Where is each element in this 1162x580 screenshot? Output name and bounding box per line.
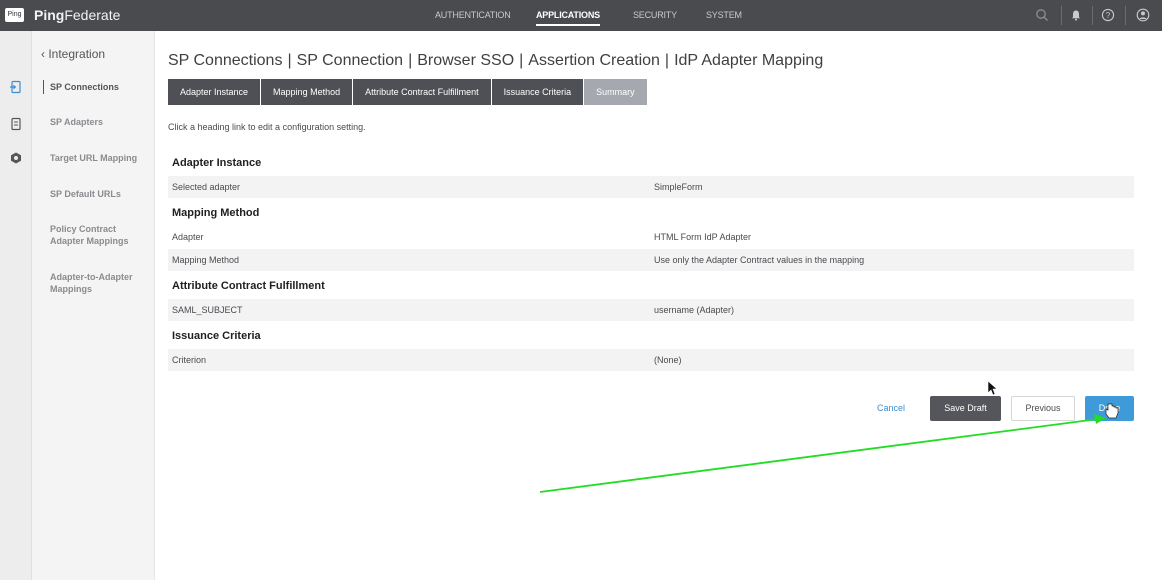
sp-connections-icon[interactable] (9, 80, 23, 94)
tab-adapter-instance[interactable]: Adapter Instance (168, 79, 261, 105)
section-adapter-instance-link[interactable]: Adapter Instance (172, 157, 261, 169)
sidebar-item-adapter-to-adapter-mappings[interactable]: Adapter-to-Adapter Mappings (50, 271, 150, 295)
row-label: Adapter (172, 232, 204, 242)
sidebar-item-sp-connections[interactable]: SP Connections (50, 81, 150, 93)
breadcrumb-separator: | (287, 52, 292, 69)
help-icon[interactable]: ? (1100, 7, 1116, 23)
sidebar-item-target-url-mapping[interactable]: Target URL Mapping (50, 152, 150, 164)
row-label: Mapping Method (172, 255, 240, 265)
nav-active-indicator (536, 24, 600, 26)
divider (1092, 6, 1093, 25)
back-to-integration-link[interactable]: ‹ Integration (41, 47, 105, 61)
done-button[interactable]: Done (1085, 396, 1134, 421)
previous-button[interactable]: Previous (1011, 396, 1075, 421)
sidebar-item-sp-adapters[interactable]: SP Adapters (50, 116, 150, 128)
tab-issuance-criteria[interactable]: Issuance Criteria (491, 79, 584, 105)
row-value: SimpleForm (654, 182, 703, 192)
user-icon[interactable] (1135, 7, 1151, 23)
breadcrumb-idp-adapter-mapping: IdP Adapter Mapping (674, 52, 824, 69)
ping-logo: Ping (5, 8, 24, 22)
breadcrumb-separator: | (519, 52, 524, 69)
breadcrumb: SP Connections | SP Connection | Browser SSO… (168, 52, 823, 70)
row-label: Selected adapter (172, 182, 241, 192)
breadcrumb-sp-connection[interactable]: SP Connection (297, 52, 403, 69)
active-indicator (43, 80, 44, 94)
icon-rail (0, 31, 32, 580)
breadcrumb-separator: | (408, 52, 413, 69)
breadcrumb-browser-sso[interactable]: Browser SSO (417, 52, 514, 69)
nav-applications[interactable]: APPLICATIONS (536, 10, 600, 20)
breadcrumb-separator: | (664, 52, 670, 69)
divider (1125, 6, 1126, 25)
top-bar: Ping PingFederate AUTHENTICATION APPLICA… (0, 0, 1162, 31)
app-window: Ping PingFederate AUTHENTICATION APPLICA… (0, 0, 1162, 580)
section-issuance-criteria-link[interactable]: Issuance Criteria (172, 330, 261, 342)
sidebar-item-policy-contract-adapter-mappings[interactable]: Policy Contract Adapter Mappings (50, 223, 150, 247)
nav-system[interactable]: SYSTEM (706, 10, 742, 20)
nav-authentication[interactable]: AUTHENTICATION (435, 10, 511, 20)
target-url-icon[interactable] (9, 151, 23, 165)
nav-security[interactable]: SECURITY (633, 10, 677, 20)
sidebar-item-sp-default-urls[interactable]: SP Default URLs (50, 188, 150, 200)
instruction-text: Click a heading link to edit a configura… (168, 122, 366, 132)
annotation-arrow-icon (539, 414, 1106, 493)
summary-row: SAML_SUBJECT username (Adapter) (168, 299, 1134, 321)
tab-summary[interactable]: Summary (584, 79, 647, 105)
brand-name: PingFederate (34, 7, 121, 23)
summary-row: Adapter HTML Form IdP Adapter (168, 226, 1134, 248)
search-icon[interactable] (1034, 7, 1050, 23)
row-value: HTML Form IdP Adapter (654, 232, 752, 242)
breadcrumb-assertion-creation[interactable]: Assertion Creation (528, 52, 660, 69)
cancel-link[interactable]: Cancel (877, 403, 905, 413)
row-label: SAML_SUBJECT (172, 305, 243, 315)
breadcrumb-sp-connections[interactable]: SP Connections (168, 52, 282, 69)
divider (1061, 6, 1062, 25)
wizard-tabs: Adapter Instance Mapping Method Attribut… (168, 79, 648, 105)
sidebar: ‹ Integration SP Connections SP Adapters… (32, 31, 155, 580)
section-attribute-contract-fulfillment-link[interactable]: Attribute Contract Fulfillment (172, 280, 325, 292)
tab-mapping-method[interactable]: Mapping Method (261, 79, 353, 105)
save-draft-button[interactable]: Save Draft (930, 396, 1001, 421)
row-value: (None) (654, 355, 682, 365)
svg-text:?: ? (1106, 11, 1111, 20)
summary-row: Selected adapter SimpleForm (168, 176, 1134, 198)
summary-row: Mapping Method Use only the Adapter Cont… (168, 249, 1134, 271)
tab-attribute-contract-fulfillment[interactable]: Attribute Contract Fulfillment (353, 79, 491, 105)
row-value: username (Adapter) (654, 305, 735, 315)
bell-icon[interactable] (1068, 7, 1084, 23)
section-mapping-method-link[interactable]: Mapping Method (172, 207, 259, 219)
row-label: Criterion (172, 355, 207, 365)
summary-row: Criterion (None) (168, 349, 1134, 371)
mouse-pointer-icon (987, 380, 998, 396)
sp-adapters-icon[interactable] (9, 117, 23, 131)
row-value: Use only the Adapter Contract values in … (654, 255, 865, 265)
